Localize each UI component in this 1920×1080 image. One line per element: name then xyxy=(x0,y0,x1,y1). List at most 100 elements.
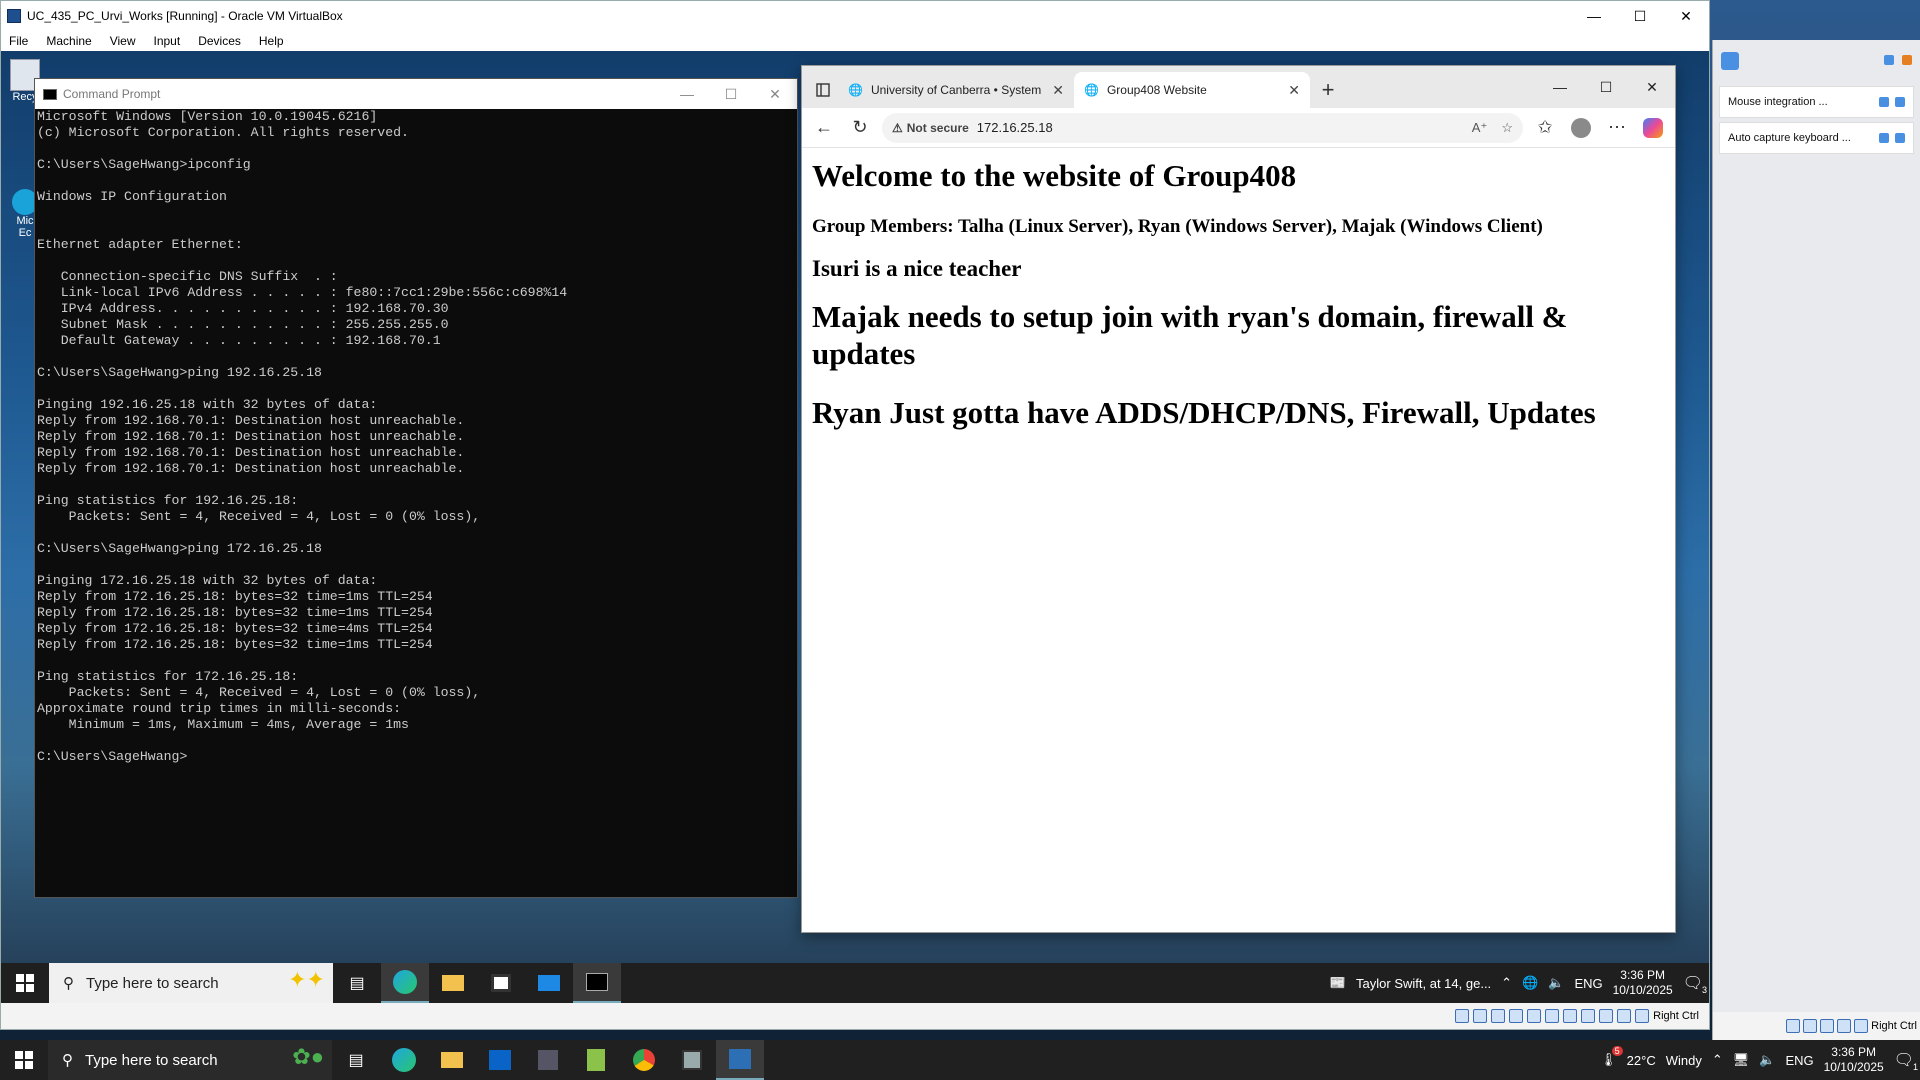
vm-screen[interactable]: Recy Mic Ec Command Prompt — ☐ ✕ Microso… xyxy=(1,51,1709,1003)
read-aloud-icon[interactable]: A⁺ xyxy=(1472,120,1488,136)
news-icon[interactable]: 📰 xyxy=(1330,975,1346,991)
taskbar-store-icon[interactable] xyxy=(477,963,525,1003)
notification-icon[interactable] xyxy=(1721,52,1739,70)
taskbar-outlook-icon[interactable] xyxy=(476,1040,524,1080)
majak-task: Majak needs to setup join with ryan's do… xyxy=(812,299,1568,371)
taskbar-explorer-icon[interactable] xyxy=(429,963,477,1003)
tab-close-icon[interactable]: ✕ xyxy=(1288,82,1300,99)
taskbar-vbox-manager-icon[interactable] xyxy=(668,1040,716,1080)
guest-lang[interactable]: ENG xyxy=(1574,976,1602,991)
tab-university[interactable]: 🌐 University of Canberra • System & ✕ xyxy=(838,72,1074,108)
side-cpu-icon[interactable] xyxy=(1854,1019,1869,1033)
refresh-icon[interactable]: ↻ xyxy=(846,114,874,142)
profile-avatar[interactable] xyxy=(1567,114,1595,142)
volume-icon[interactable]: 🔈 xyxy=(1548,975,1564,991)
notice-dismiss-icon[interactable] xyxy=(1879,133,1889,143)
copilot-icon[interactable] xyxy=(1639,114,1667,142)
cmd-maximize-button[interactable]: ☐ xyxy=(709,79,753,109)
usb-status-icon[interactable] xyxy=(1527,1009,1542,1023)
taskbar-edge-icon[interactable] xyxy=(380,1040,428,1080)
cmd-line: Reply from 172.16.25.18: bytes=32 time=4… xyxy=(37,621,433,636)
favorite-star-icon[interactable]: ☆ xyxy=(1501,120,1513,136)
side-usb-icon[interactable] xyxy=(1820,1019,1835,1033)
recording-status-icon[interactable] xyxy=(1581,1009,1596,1023)
side-display-icon[interactable] xyxy=(1837,1019,1852,1033)
close-button[interactable]: ✕ xyxy=(1663,1,1709,31)
cmd-close-button[interactable]: ✕ xyxy=(753,79,797,109)
volume-icon[interactable]: 🔈 xyxy=(1759,1052,1775,1068)
security-indicator[interactable]: ⚠ Not secure xyxy=(892,121,969,135)
task-view-icon[interactable]: ▤ xyxy=(332,1040,380,1080)
mouse-status-icon[interactable] xyxy=(1617,1009,1632,1023)
guest-clock[interactable]: 3:36 PM 10/10/2025 xyxy=(1613,968,1673,998)
host-start-button[interactable] xyxy=(0,1040,48,1080)
side-hdd-icon[interactable] xyxy=(1786,1019,1801,1033)
maximize-button[interactable]: ☐ xyxy=(1617,1,1663,31)
favorites-icon[interactable]: ✩ xyxy=(1531,114,1559,142)
cpu-status-icon[interactable] xyxy=(1599,1009,1614,1023)
notice-mouse[interactable]: Mouse integration ... xyxy=(1719,86,1914,118)
menu-file[interactable]: File xyxy=(9,34,28,48)
taskbar-chrome-icon[interactable] xyxy=(620,1040,668,1080)
taskbar-cmd-icon[interactable] xyxy=(573,963,621,1003)
notice-close-icon[interactable] xyxy=(1895,133,1905,143)
keyboard-status-icon[interactable] xyxy=(1635,1009,1650,1023)
taskbar-edge-icon[interactable] xyxy=(381,963,429,1003)
command-prompt-window[interactable]: Command Prompt — ☐ ✕ Microsoft Windows [… xyxy=(34,78,798,898)
host-search-box[interactable]: ⚲ Type here to search ✿● xyxy=(48,1040,332,1080)
guest-start-button[interactable] xyxy=(1,963,49,1003)
menu-machine[interactable]: Machine xyxy=(46,34,91,48)
taskbar-explorer-icon[interactable] xyxy=(428,1040,476,1080)
weather-text[interactable]: Windy xyxy=(1666,1053,1702,1068)
notification-center-icon[interactable]: 🗨 1 xyxy=(1894,1050,1918,1072)
cmd-line: Link-local IPv6 Address . . . . . : fe80… xyxy=(37,285,568,300)
tray-chevron-icon[interactable]: ⌃ xyxy=(1712,1052,1723,1068)
panel-settings-icon[interactable] xyxy=(1884,52,1894,70)
network-status-icon[interactable] xyxy=(1509,1009,1524,1023)
tab-actions-icon[interactable] xyxy=(808,72,838,108)
task-view-icon[interactable]: ▤ xyxy=(333,963,381,1003)
menu-input[interactable]: Input xyxy=(154,34,181,48)
new-tab-button[interactable]: + xyxy=(1310,72,1346,108)
notice-keyboard[interactable]: Auto capture keyboard ... xyxy=(1719,122,1914,154)
shared-folder-status-icon[interactable] xyxy=(1545,1009,1560,1023)
network-icon[interactable]: 🌐 xyxy=(1522,975,1538,991)
edge-maximize-button[interactable]: ☐ xyxy=(1583,71,1629,103)
edge-minimize-button[interactable]: — xyxy=(1537,71,1583,103)
cmd-minimize-button[interactable]: — xyxy=(665,79,709,109)
cmd-output[interactable]: Microsoft Windows [Version 10.0.19045.62… xyxy=(35,109,797,765)
notice-dismiss-icon[interactable] xyxy=(1879,97,1889,107)
guest-search-box[interactable]: ⚲ Type here to search ✦✦ xyxy=(49,963,333,1003)
tray-chevron-icon[interactable]: ⌃ xyxy=(1501,975,1512,991)
tab-close-icon[interactable]: ✕ xyxy=(1052,82,1064,99)
optical-status-icon[interactable] xyxy=(1473,1009,1488,1023)
display-status-icon[interactable] xyxy=(1563,1009,1578,1023)
more-menu-icon[interactable]: ⋯ xyxy=(1603,114,1631,142)
host-lang[interactable]: ENG xyxy=(1785,1053,1813,1068)
taskbar-vbox-vm-icon[interactable] xyxy=(716,1040,764,1080)
taskbar-notepad-icon[interactable] xyxy=(572,1040,620,1080)
tab-group408[interactable]: 🌐 Group408 Website ✕ xyxy=(1074,72,1310,108)
panel-close-icon[interactable] xyxy=(1902,52,1912,70)
menu-help[interactable]: Help xyxy=(259,34,284,48)
address-bar[interactable]: ⚠ Not secure 172.16.25.18 A⁺ ☆ xyxy=(882,112,1523,143)
notice-close-icon[interactable] xyxy=(1895,97,1905,107)
edge-close-button[interactable]: ✕ xyxy=(1629,71,1675,103)
menu-devices[interactable]: Devices xyxy=(198,34,241,48)
taskbar-app-icon[interactable] xyxy=(524,1040,572,1080)
menu-view[interactable]: View xyxy=(110,34,136,48)
minimize-button[interactable]: — xyxy=(1571,1,1617,31)
host-clock[interactable]: 3:36 PM 10/10/2025 xyxy=(1824,1045,1884,1075)
temperature[interactable]: 22°C xyxy=(1627,1053,1656,1068)
weather-icon[interactable]: 🌡 5 xyxy=(1600,1046,1623,1068)
notification-center-icon[interactable]: 🗨 3 xyxy=(1683,973,1707,995)
side-net-icon[interactable] xyxy=(1803,1019,1818,1033)
url-text[interactable]: 172.16.25.18 xyxy=(977,120,1053,135)
audio-status-icon[interactable] xyxy=(1491,1009,1506,1023)
hdd-status-icon[interactable] xyxy=(1455,1009,1470,1023)
taskbar-mail-icon[interactable] xyxy=(525,963,573,1003)
edge-browser-window[interactable]: 🌐 University of Canberra • System & ✕ 🌐 … xyxy=(801,65,1676,933)
network-icon[interactable]: 🖥 xyxy=(1733,1052,1750,1068)
news-widget[interactable]: Taylor Swift, at 14, ge... xyxy=(1356,976,1491,991)
back-icon[interactable]: ← xyxy=(810,114,838,142)
